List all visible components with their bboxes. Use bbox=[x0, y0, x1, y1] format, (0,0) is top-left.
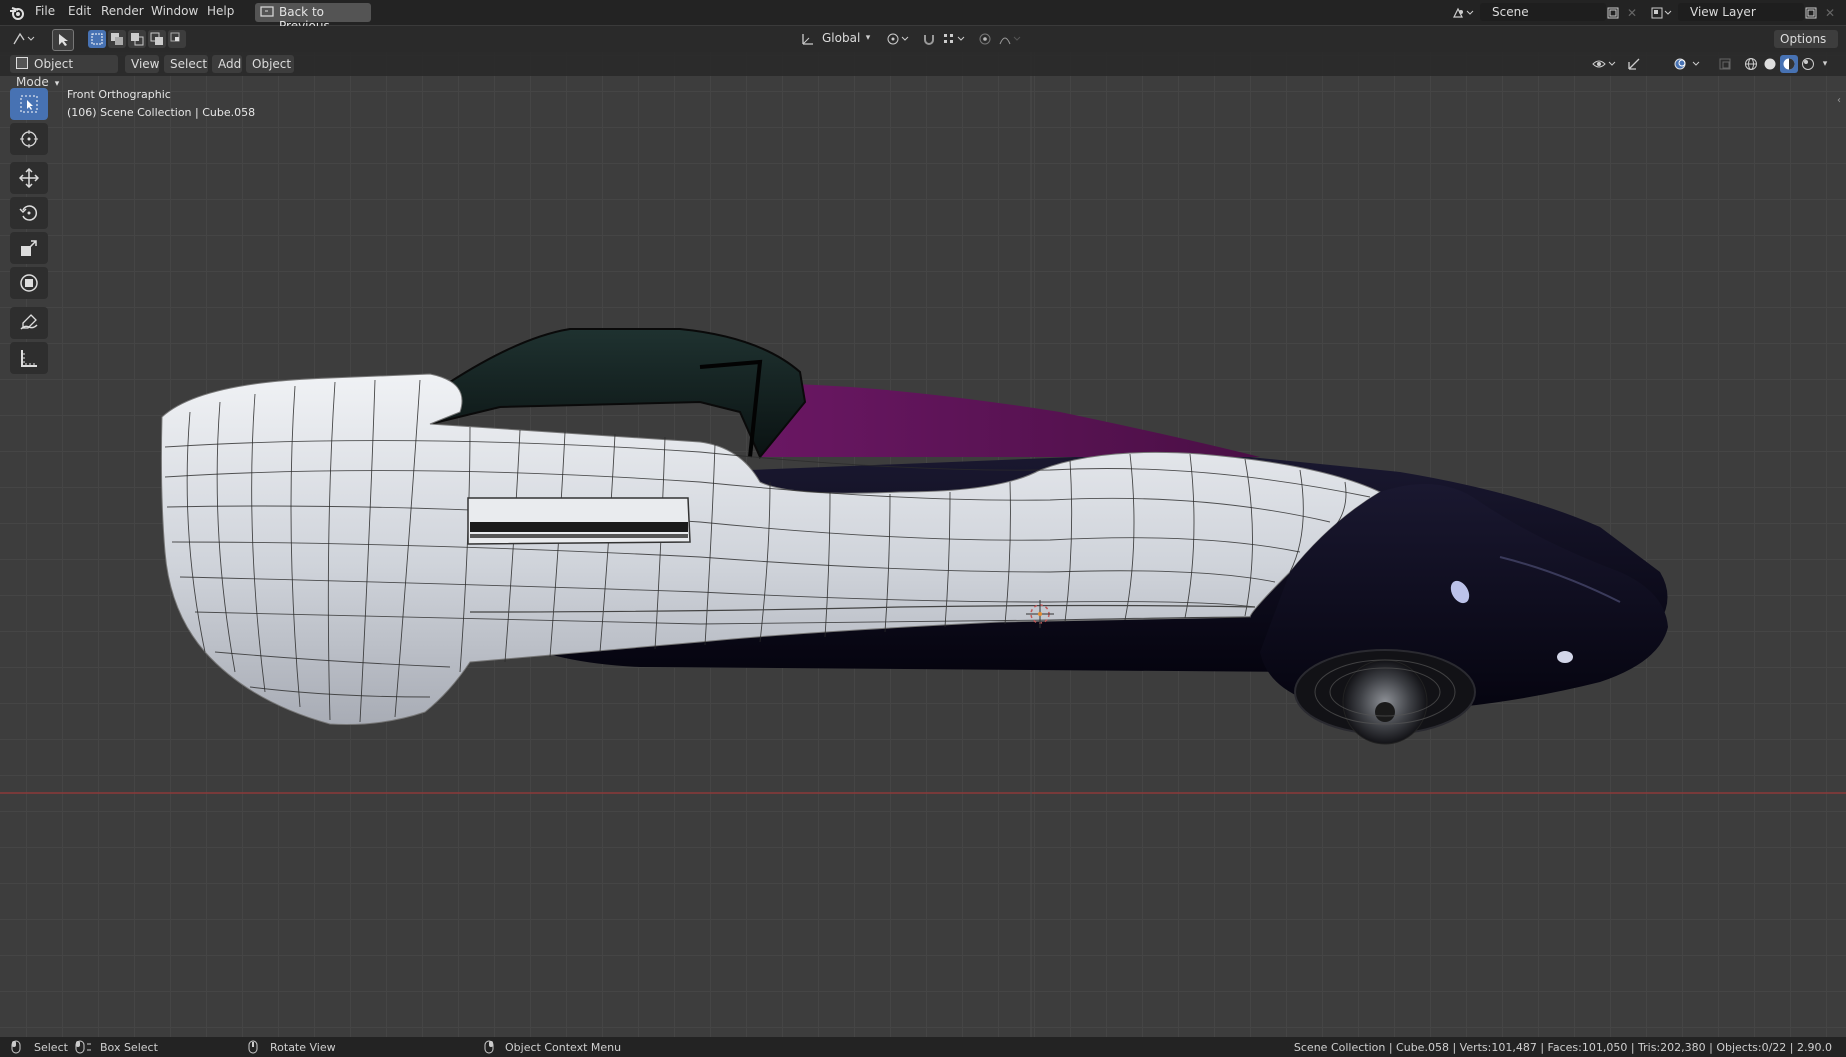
options-dropdown[interactable]: Options ▾ bbox=[1774, 30, 1838, 64]
view-name: Front Orthographic bbox=[67, 88, 171, 101]
mode-intersect-icon[interactable] bbox=[168, 30, 186, 48]
overlays-icon[interactable] bbox=[1670, 55, 1706, 73]
select-box-icon bbox=[19, 94, 39, 114]
menu-file[interactable]: File bbox=[35, 4, 55, 18]
chevron-down-icon: ▾ bbox=[865, 33, 871, 43]
mouse-middle-icon bbox=[247, 1040, 259, 1054]
xray-icon[interactable] bbox=[1716, 55, 1734, 73]
tool-transform[interactable] bbox=[10, 267, 48, 299]
tool-cursor[interactable] bbox=[10, 123, 48, 155]
menu-edit[interactable]: Edit bbox=[68, 4, 91, 18]
transform-orientation-icon bbox=[800, 30, 816, 48]
collection-info: (106) Scene Collection | Cube.058 bbox=[67, 106, 256, 119]
3d-viewport[interactable]: Front Orthographic (106) Scene Collectio… bbox=[0, 52, 1846, 1037]
options-label: Options bbox=[1780, 32, 1827, 46]
pivot-point-icon[interactable] bbox=[884, 30, 914, 48]
menu-window[interactable]: Window bbox=[151, 4, 198, 18]
shading-solid-icon[interactable] bbox=[1761, 55, 1779, 73]
top-menu-bar: File Edit Render Window Help Back to Pre… bbox=[0, 0, 1846, 33]
transform-orientation-dropdown[interactable]: Global bbox=[822, 31, 860, 45]
shading-wireframe-icon[interactable] bbox=[1742, 55, 1760, 73]
proportional-editing-icon[interactable] bbox=[976, 30, 994, 48]
tool-scale[interactable] bbox=[10, 232, 48, 264]
status-box-select: Box Select bbox=[100, 1041, 158, 1054]
shading-options-icon[interactable]: ▾ bbox=[1818, 55, 1832, 73]
viewport-header: Object Mode ▾ View Select Add Object ▾ bbox=[0, 52, 1846, 89]
screen-icon bbox=[260, 5, 274, 19]
menu-object[interactable]: Object bbox=[246, 55, 294, 73]
gizmo-icon[interactable] bbox=[1624, 55, 1644, 73]
tool-annotate[interactable] bbox=[10, 307, 48, 339]
scene-browse-icon[interactable] bbox=[1450, 4, 1478, 22]
menu-object-label: Object bbox=[252, 57, 292, 71]
mode-subtract-icon[interactable] bbox=[128, 30, 146, 48]
new-scene-icon[interactable] bbox=[1604, 4, 1622, 22]
rotate-icon bbox=[19, 203, 39, 223]
mouse-left-icon bbox=[10, 1040, 22, 1054]
menu-help[interactable]: Help bbox=[207, 4, 234, 18]
visibility-eye-icon[interactable] bbox=[1590, 55, 1620, 73]
sidebar-toggle-icon[interactable]: ‹ bbox=[1834, 92, 1844, 108]
car-purple-deck bbox=[760, 384, 1260, 457]
scene-name: Scene bbox=[1492, 5, 1529, 19]
status-stats: Scene Collection | Cube.058 | Verts:101,… bbox=[1293, 1041, 1832, 1054]
object-mode-icon bbox=[16, 57, 28, 69]
editor-type-icon[interactable] bbox=[10, 30, 40, 48]
tool-settings-bar: Global ▾ Options ▾ bbox=[0, 26, 1846, 64]
new-view-layer-icon[interactable] bbox=[1802, 4, 1820, 22]
menu-select[interactable]: Select bbox=[164, 55, 208, 73]
mode-extend-icon[interactable] bbox=[108, 30, 126, 48]
viewport-scene bbox=[0, 52, 1846, 1037]
move-icon bbox=[19, 168, 39, 188]
back-to-previous-button[interactable]: Back to Previous bbox=[255, 3, 371, 33]
menu-render[interactable]: Render bbox=[101, 4, 144, 18]
scene-name-field[interactable]: Scene bbox=[1480, 3, 1606, 21]
snap-toggle-icon[interactable] bbox=[920, 30, 938, 48]
annotate-icon bbox=[19, 313, 39, 333]
scale-icon bbox=[19, 238, 39, 258]
tool-rotate[interactable] bbox=[10, 197, 48, 229]
menu-select-label: Select bbox=[170, 57, 208, 71]
shading-rendered-icon[interactable] bbox=[1799, 55, 1817, 73]
menu-add-label: Add bbox=[218, 57, 242, 71]
delete-view-layer-icon[interactable]: ✕ bbox=[1822, 4, 1838, 22]
cursor-icon bbox=[19, 129, 39, 149]
mode-dropdown[interactable]: Object Mode ▾ bbox=[10, 55, 118, 89]
mode-difference-icon[interactable] bbox=[148, 30, 166, 48]
transform-icon bbox=[19, 273, 39, 293]
shading-material-icon[interactable] bbox=[1780, 55, 1798, 73]
measure-icon bbox=[19, 348, 39, 368]
view-layer-name: View Layer bbox=[1690, 5, 1756, 19]
menu-view-label: View bbox=[131, 57, 160, 71]
falloff-icon[interactable] bbox=[996, 30, 1026, 48]
menu-view[interactable]: View bbox=[125, 55, 159, 73]
car-side-vent-slot bbox=[470, 522, 688, 532]
chevron-down-icon: ▾ bbox=[54, 79, 60, 89]
tool-move[interactable] bbox=[10, 162, 48, 194]
mode-new-icon[interactable] bbox=[88, 30, 106, 48]
select-tool-icon[interactable] bbox=[52, 29, 74, 51]
tool-select-box[interactable] bbox=[10, 88, 48, 120]
menu-add[interactable]: Add bbox=[212, 55, 242, 73]
status-context-menu: Object Context Menu bbox=[505, 1041, 622, 1054]
blender-logo-icon[interactable] bbox=[8, 4, 26, 22]
view-layer-field[interactable]: View Layer bbox=[1678, 3, 1804, 21]
viewport-info: Front Orthographic (106) Scene Collectio… bbox=[67, 86, 255, 122]
mouse-right-icon bbox=[483, 1040, 495, 1054]
view-layer-browse-icon[interactable] bbox=[1648, 4, 1676, 22]
snap-target-icon[interactable] bbox=[940, 30, 970, 48]
status-select: Select bbox=[34, 1041, 68, 1054]
tool-measure[interactable] bbox=[10, 342, 48, 374]
status-rotate-view: Rotate View bbox=[270, 1041, 336, 1054]
delete-scene-icon[interactable]: ✕ bbox=[1624, 4, 1640, 22]
status-bar: Select Box Select Rotate View Object Con… bbox=[0, 1037, 1846, 1057]
mouse-drag-icon bbox=[74, 1040, 94, 1054]
